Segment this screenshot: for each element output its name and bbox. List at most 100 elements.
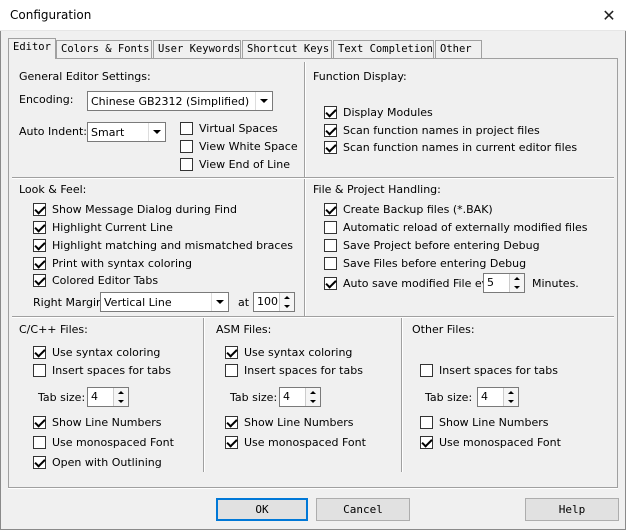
backup-checkbox[interactable]: Create Backup files (*.BAK) <box>324 202 493 216</box>
cancel-button[interactable]: Cancel <box>316 498 410 521</box>
checkbox-box <box>180 139 193 153</box>
right-margin-label: Right Margin: <box>33 296 107 309</box>
up-arrow-icon[interactable] <box>510 274 524 283</box>
checkbox-box <box>324 105 337 119</box>
checkbox-box <box>225 363 238 377</box>
checkbox-box <box>324 220 337 234</box>
indent-value: Smart <box>91 125 125 139</box>
other-mono-checkbox[interactable]: Use monospaced Font <box>420 435 561 449</box>
checkbox-box <box>180 157 193 171</box>
look-feel-heading: Look & Feel: <box>19 183 87 196</box>
checkbox-box <box>324 238 337 252</box>
function-display-heading: Function Display: <box>313 70 407 83</box>
encoding-label: Encoding: <box>19 93 74 106</box>
window-title: Configuration <box>10 8 92 22</box>
other-line-numbers-checkbox[interactable]: Show Line Numbers <box>420 415 549 429</box>
encoding-select[interactable]: Chinese GB2312 (Simplified) <box>87 91 273 111</box>
cpp-outlining-checkbox[interactable]: Open with Outlining <box>33 455 162 469</box>
chevron-down-icon[interactable] <box>148 123 165 141</box>
view-eol-checkbox[interactable]: View End of Line <box>180 157 290 171</box>
checkbox-box <box>420 415 433 429</box>
other-tab-size-label: Tab size: <box>425 391 473 404</box>
checkbox-box <box>33 238 46 252</box>
up-arrow-icon[interactable] <box>504 388 518 397</box>
view-white-space-checkbox[interactable]: View White Space <box>180 139 298 153</box>
other-tab-size-stepper[interactable]: 4 <box>477 387 519 407</box>
tab-colors-fonts[interactable]: Colors & Fonts <box>56 40 152 58</box>
checkbox-box <box>324 276 337 290</box>
right-margin-select[interactable]: Vertical Line <box>100 292 229 312</box>
scan-editor-checkbox[interactable]: Scan function names in current editor fi… <box>324 140 577 154</box>
checkbox-box <box>33 363 46 377</box>
asm-syntax-checkbox[interactable]: Use syntax coloring <box>225 345 352 359</box>
checkbox-box <box>33 220 46 234</box>
asm-mono-checkbox[interactable]: Use monospaced Font <box>225 435 366 449</box>
minutes-label: Minutes. <box>532 277 579 290</box>
cpp-syntax-checkbox[interactable]: Use syntax coloring <box>33 345 160 359</box>
auto-indent-select[interactable]: Smart <box>87 122 166 142</box>
checkbox-box <box>420 435 433 449</box>
up-arrow-icon[interactable] <box>280 293 294 302</box>
file-handling-heading: File & Project Handling: <box>313 183 441 196</box>
show-message-dialog-checkbox[interactable]: Show Message Dialog during Find <box>33 202 237 216</box>
asm-line-numbers-checkbox[interactable]: Show Line Numbers <box>225 415 354 429</box>
checkbox-box <box>324 256 337 270</box>
cpp-line-numbers-checkbox[interactable]: Show Line Numbers <box>33 415 162 429</box>
tab-other[interactable]: Other <box>435 40 482 58</box>
highlight-braces-checkbox[interactable]: Highlight matching and mismatched braces <box>33 238 293 252</box>
asm-tab-size-stepper[interactable]: 4 <box>279 387 321 407</box>
up-arrow-icon[interactable] <box>114 388 128 397</box>
cpp-insert-spaces-checkbox[interactable]: Insert spaces for tabs <box>33 363 171 377</box>
encoding-value: Chinese GB2312 (Simplified) <box>91 94 250 108</box>
auto-save-checkbox[interactable]: Auto save modified File every <box>324 276 506 290</box>
checkbox-box <box>33 455 46 469</box>
down-arrow-icon[interactable] <box>510 283 524 292</box>
general-heading: General Editor Settings: <box>19 70 151 83</box>
virtual-spaces-checkbox[interactable]: Virtual Spaces <box>180 121 278 135</box>
cpp-tab-size-stepper[interactable]: 4 <box>87 387 129 407</box>
auto-reload-checkbox[interactable]: Automatic reload of externally modified … <box>324 220 588 234</box>
checkbox-box <box>225 415 238 429</box>
chevron-down-icon[interactable] <box>211 293 228 311</box>
display-modules-checkbox[interactable]: Display Modules <box>324 105 433 119</box>
tab-editor[interactable]: Editor <box>8 38 56 59</box>
checkbox-box <box>225 345 238 359</box>
colored-tabs-checkbox[interactable]: Colored Editor Tabs <box>33 273 158 287</box>
checkbox-box <box>324 140 337 154</box>
divider <box>12 316 614 318</box>
cpp-heading: C/C++ Files: <box>19 323 88 336</box>
right-margin-value: Vertical Line <box>104 295 172 309</box>
print-syntax-checkbox[interactable]: Print with syntax coloring <box>33 256 192 270</box>
other-heading: Other Files: <box>412 323 475 336</box>
asm-insert-spaces-checkbox[interactable]: Insert spaces for tabs <box>225 363 363 377</box>
ok-button[interactable]: OK <box>216 498 308 521</box>
divider <box>8 487 618 489</box>
right-margin-stepper[interactable]: 100 <box>253 292 295 312</box>
checkbox-box <box>324 202 337 216</box>
other-insert-spaces-checkbox[interactable]: Insert spaces for tabs <box>420 363 558 377</box>
checkbox-box <box>324 123 337 137</box>
scan-project-checkbox[interactable]: Scan function names in project files <box>324 123 540 137</box>
checkbox-box <box>33 273 46 287</box>
up-arrow-icon[interactable] <box>306 388 320 397</box>
save-files-checkbox[interactable]: Save Files before entering Debug <box>324 256 526 270</box>
highlight-line-checkbox[interactable]: Highlight Current Line <box>33 220 173 234</box>
down-arrow-icon[interactable] <box>114 397 128 406</box>
at-label: at <box>238 296 250 309</box>
divider <box>203 318 205 472</box>
checkbox-box <box>33 345 46 359</box>
close-icon[interactable]: ✕ <box>592 0 626 31</box>
help-button[interactable]: Help <box>525 498 619 521</box>
tab-shortcut-keys[interactable]: Shortcut Keys <box>242 40 332 58</box>
down-arrow-icon[interactable] <box>280 302 294 311</box>
checkbox-box <box>225 435 238 449</box>
cpp-mono-checkbox[interactable]: Use monospaced Font <box>33 435 174 449</box>
tab-user-keywords[interactable]: User Keywords <box>153 40 241 58</box>
down-arrow-icon[interactable] <box>306 397 320 406</box>
chevron-down-icon[interactable] <box>255 92 272 110</box>
checkbox-box <box>33 256 46 270</box>
down-arrow-icon[interactable] <box>504 397 518 406</box>
tab-text-completion[interactable]: Text Completion <box>333 40 434 58</box>
save-project-checkbox[interactable]: Save Project before entering Debug <box>324 238 540 252</box>
auto-save-stepper[interactable]: 5 <box>483 273 525 293</box>
